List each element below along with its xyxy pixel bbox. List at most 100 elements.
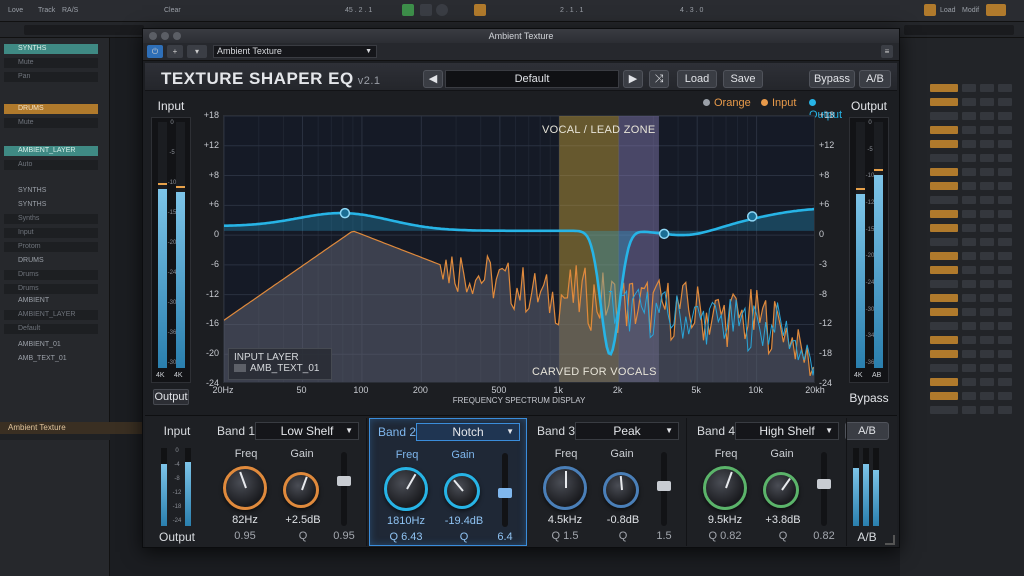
output-bypass-label[interactable]: Bypass [845,391,893,405]
mixer-cell[interactable] [980,224,994,232]
close-icon[interactable] [149,32,157,40]
freq-knob[interactable] [543,466,587,510]
mixer-cell[interactable] [930,238,958,246]
mixer-cell[interactable] [980,280,994,288]
mixer-cell[interactable] [980,392,994,400]
mixer-cell[interactable] [930,98,958,106]
q-slider[interactable] [657,452,671,526]
ab-button[interactable]: A/B [859,70,891,88]
mixer-cell[interactable] [962,406,976,414]
mixer-cell[interactable] [962,168,976,176]
mixer-cell[interactable] [998,154,1012,162]
save-button[interactable]: Save [723,70,763,88]
eq-curve-svg[interactable] [224,116,815,383]
mixer-cell[interactable] [930,210,958,218]
mixer-cell[interactable] [980,322,994,330]
track-item[interactable]: AMBIENT_LAYER [4,146,98,156]
mixer-cell[interactable] [998,224,1012,232]
mixer-cell[interactable] [962,196,976,204]
mixer-cell[interactable] [980,154,994,162]
mixer-cell[interactable] [930,364,958,372]
mixer-cell[interactable] [962,98,976,106]
mixer-cell[interactable] [980,308,994,316]
mixer-cell[interactable] [980,252,994,260]
mixer-cell[interactable] [998,126,1012,134]
eq-graph[interactable]: VOCAL / LEAD ZONE CARVED FOR VOCALS INPU… [223,115,815,383]
eq-band-node[interactable] [339,207,351,219]
track-item[interactable]: AMB_TEXT_01 [4,354,98,364]
mixer-cell[interactable] [998,378,1012,386]
mixer-cell[interactable] [930,112,958,120]
mixer-cell[interactable] [980,364,994,372]
mixer-cell[interactable] [980,378,994,386]
resize-handle[interactable] [885,535,895,545]
zoom-icon[interactable] [173,32,181,40]
mixer-cell[interactable] [962,112,976,120]
mixer-cell[interactable] [980,196,994,204]
mixer-cell[interactable] [980,266,994,274]
track-item[interactable]: SYNTHS [4,200,98,210]
mixer-cell[interactable] [930,294,958,302]
menu-load[interactable]: Load [940,7,956,14]
load-button[interactable]: Load [677,70,717,88]
mixer-cell[interactable] [962,308,976,316]
mixer-cell[interactable] [980,112,994,120]
track-item[interactable]: AMBIENT [4,296,98,306]
shuffle-button[interactable]: ⤨ [649,70,669,88]
options-icon[interactable]: ▾ [187,45,207,58]
mixer-cell[interactable] [962,392,976,400]
eq-band-node[interactable] [746,211,758,222]
track-item[interactable]: Default [4,324,98,334]
menu-track[interactable]: Track [38,7,55,14]
mixer-cell[interactable] [998,98,1012,106]
pencil-icon[interactable] [474,4,486,16]
band-panel-4[interactable]: Band 4 High Shelf ▼ Freq Gain 9.5kHz +3.8dB Q 0… [689,418,847,546]
mixer-cell[interactable] [998,238,1012,246]
daw-field[interactable] [24,25,144,35]
mixer-cell[interactable] [980,406,994,414]
menu-clear[interactable]: Clear [164,7,181,14]
bottom-track-label[interactable]: Ambient Texture [0,422,142,434]
gain-knob[interactable] [603,472,639,508]
menu-icon[interactable]: ≡ [881,45,893,58]
band-type-select[interactable]: Low Shelf ▼ [255,422,359,440]
q-slider[interactable] [498,453,512,527]
mixer-cell[interactable] [980,126,994,134]
menu-ras[interactable]: RA/S [62,7,78,14]
mixer-cell[interactable] [930,266,958,274]
mixer-cell[interactable] [930,378,958,386]
record-icon[interactable] [436,4,448,16]
q-slider[interactable] [817,452,831,526]
mode-badge[interactable] [986,4,1006,16]
track-item[interactable]: Pan [4,72,98,82]
track-item[interactable]: Synths [4,214,98,224]
mixer-cell[interactable] [998,308,1012,316]
mixer-cell[interactable] [962,364,976,372]
eq-band-node[interactable] [658,228,670,240]
band-panel-1[interactable]: Band 1 Low Shelf ▼ Freq Gain 82Hz +2.5dB 0.95 Q 0… [209,418,367,546]
mixer-cell[interactable] [962,210,976,218]
mixer-cell[interactable] [998,196,1012,204]
mixer-cell[interactable] [998,336,1012,344]
power-icon[interactable]: ⏻ [147,45,163,58]
mixer-cell[interactable] [980,182,994,190]
window-titlebar[interactable]: Ambient Texture [143,29,899,43]
preset-display[interactable]: Default [445,70,619,88]
bypass-button[interactable]: Bypass [809,70,855,88]
mixer-cell[interactable] [980,294,994,302]
mixer-cell[interactable] [930,280,958,288]
band-type-select[interactable]: Notch ▼ [416,423,520,441]
mixer-cell[interactable] [998,140,1012,148]
q-slider[interactable] [337,452,351,526]
track-item[interactable]: AMBIENT_LAYER [4,310,98,320]
mixer-cell[interactable] [980,98,994,106]
mixer-cell[interactable] [998,364,1012,372]
band-type-select[interactable]: Peak ▼ [575,422,679,440]
mixer-cell[interactable] [930,140,958,148]
minimize-icon[interactable] [161,32,169,40]
mixer-cell[interactable] [998,280,1012,288]
mixer-cell[interactable] [962,252,976,260]
mixer-cell[interactable] [962,336,976,344]
track-item[interactable]: Mute [4,58,98,68]
slider-thumb[interactable] [657,481,671,491]
